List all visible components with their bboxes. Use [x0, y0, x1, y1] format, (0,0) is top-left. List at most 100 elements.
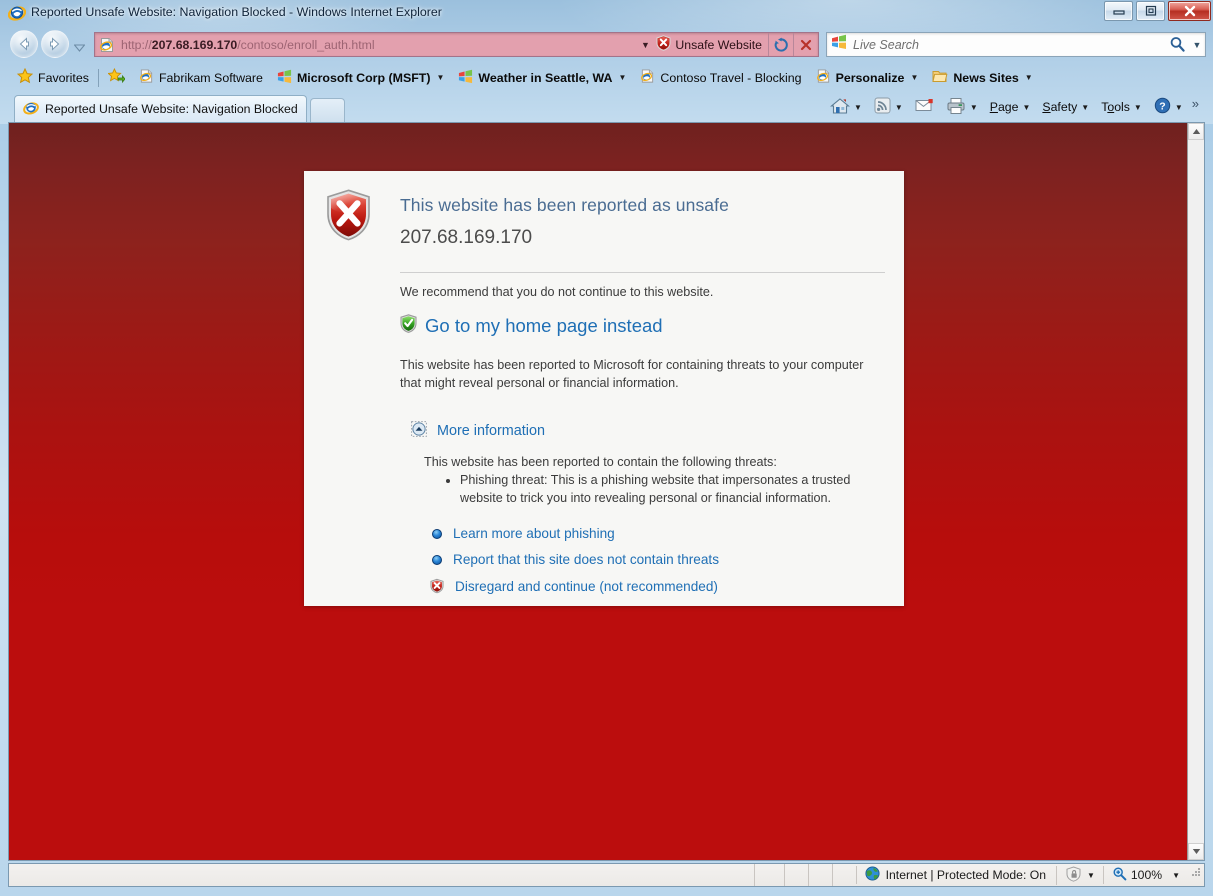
status-spacer-4: [831, 864, 856, 886]
title-bar: Reported Unsafe Website: Navigation Bloc…: [0, 0, 1213, 28]
maximize-button[interactable]: [1136, 1, 1165, 21]
blue-dot-icon: [432, 554, 442, 565]
unsafe-website-label: Unsafe Website: [675, 37, 762, 52]
scroll-down-button[interactable]: [1188, 843, 1204, 860]
rss-feed-icon: [874, 97, 891, 117]
address-dropdown-icon[interactable]: ▼: [636, 40, 654, 50]
maximize-icon: [1137, 2, 1164, 20]
resize-grip[interactable]: [1188, 864, 1204, 886]
vertical-scrollbar[interactable]: [1187, 123, 1204, 860]
red-shield-x-icon: [656, 35, 671, 54]
chevron-down-icon[interactable]: ▼: [970, 103, 978, 112]
chevron-down-icon[interactable]: ▼: [1087, 871, 1095, 880]
chevron-down-icon[interactable]: ▼: [618, 73, 626, 82]
favorite-item-microsoft-corp[interactable]: Microsoft Corp (MSFT) ▼: [270, 67, 451, 89]
internet-explorer-icon: [7, 4, 27, 22]
scroll-up-button[interactable]: [1188, 123, 1204, 140]
address-bar[interactable]: http://207.68.169.170/contoso/enroll_aut…: [94, 32, 819, 57]
new-tab-button[interactable]: [310, 98, 345, 122]
tab-label: Reported Unsafe Website: Navigation Bloc…: [45, 102, 298, 116]
globe-icon: [865, 866, 880, 884]
favorite-item-weather-seattle[interactable]: Weather in Seattle, WA ▼: [451, 67, 633, 89]
chevron-down-icon[interactable]: ▼: [895, 103, 903, 112]
scroll-down-arrow-icon: [1192, 849, 1200, 854]
zoom-control[interactable]: 100% ▼: [1102, 866, 1188, 884]
learn-more-label: Learn more about phishing: [453, 526, 615, 541]
command-bar-overflow-button[interactable]: »: [1190, 95, 1201, 119]
address-host: 207.68.169.170: [151, 37, 238, 52]
close-button[interactable]: [1168, 1, 1211, 21]
stop-button[interactable]: [793, 33, 818, 56]
refresh-button[interactable]: [768, 33, 793, 56]
status-spacer-1: [753, 864, 784, 886]
favorite-label: News Sites: [953, 70, 1019, 85]
minimize-icon: [1105, 2, 1132, 20]
search-provider-dropdown-icon[interactable]: ▼: [1189, 40, 1205, 50]
favorite-label: Weather in Seattle, WA: [478, 70, 613, 85]
chevron-down-icon[interactable]: ▼: [1022, 103, 1030, 112]
threats-list: Phishing threat: This is a phishing webs…: [444, 472, 874, 507]
forward-button[interactable]: [41, 30, 69, 58]
chevron-down-icon[interactable]: ▼: [1172, 871, 1180, 880]
search-input-placeholder[interactable]: Live Search: [853, 38, 1165, 52]
ie-window: Reported Unsafe Website: Navigation Bloc…: [0, 0, 1213, 896]
search-icon[interactable]: [1165, 36, 1189, 53]
printer-icon: [946, 97, 966, 118]
home-icon: [829, 97, 851, 118]
more-information-toggle[interactable]: More information: [411, 421, 545, 441]
read-mail-button[interactable]: [910, 95, 939, 119]
address-text: http://207.68.169.170/contoso/enroll_aut…: [121, 38, 636, 52]
safety-menu-button[interactable]: Safety ▼: [1037, 95, 1094, 119]
star-icon: [16, 67, 34, 87]
red-shield-x-icon: [326, 189, 371, 246]
learn-more-about-phishing-link[interactable]: Learn more about phishing: [432, 526, 615, 541]
page-menu-button[interactable]: PPageage ▼: [985, 95, 1036, 119]
magnifier-plus-icon: [1112, 866, 1127, 884]
go-to-home-page-link[interactable]: Go to my home page instead: [400, 314, 663, 338]
disregard-and-continue-link[interactable]: Disregard and continue (not recommended): [430, 578, 718, 594]
tools-menu-button[interactable]: Tools ▼: [1096, 95, 1147, 119]
report-site-safe-link[interactable]: Report that this site does not contain t…: [432, 552, 719, 567]
warning-description: This website has been reported to Micros…: [400, 358, 864, 390]
minimize-button[interactable]: [1104, 1, 1133, 21]
home-button[interactable]: ▼: [825, 95, 867, 119]
chevron-down-icon[interactable]: ▼: [854, 103, 862, 112]
tab-reported-unsafe-website[interactable]: Reported Unsafe Website: Navigation Bloc…: [14, 95, 307, 122]
chevron-down-icon[interactable]: ▼: [1081, 103, 1089, 112]
security-zone-label: Internet | Protected Mode: On: [885, 868, 1046, 882]
address-protocol: http://: [121, 37, 152, 52]
folder-icon: [932, 69, 948, 87]
warning-url: 207.68.169.170: [400, 227, 533, 248]
collapse-up-chevron-icon: [411, 421, 427, 441]
protected-mode-button[interactable]: ▼: [1055, 865, 1103, 885]
recommendation-text: We recommend that you do not continue to…: [400, 285, 714, 299]
favorites-bar: Favorites Fabrikam Software Microsoft Co…: [0, 64, 1213, 91]
favorite-item-personalize[interactable]: Personalize ▼: [809, 67, 926, 89]
mail-icon: [915, 98, 934, 116]
favorite-item-fabrikam[interactable]: Fabrikam Software: [132, 67, 270, 89]
chevron-down-icon[interactable]: ▼: [1134, 103, 1142, 112]
threats-intro-text: This website has been reported to contai…: [424, 455, 777, 469]
favorites-label: Favorites: [38, 70, 89, 85]
help-icon: ?: [1154, 97, 1171, 117]
chevron-down-icon[interactable]: ▼: [1175, 103, 1183, 112]
window-title: Reported Unsafe Website: Navigation Bloc…: [31, 5, 442, 19]
print-button[interactable]: ▼: [941, 95, 983, 119]
back-button[interactable]: [10, 30, 38, 58]
help-menu-button[interactable]: ? ▼: [1149, 95, 1188, 119]
security-zone-indicator[interactable]: Internet | Protected Mode: On: [855, 866, 1056, 884]
search-box[interactable]: Live Search ▼: [826, 32, 1206, 57]
favorites-button[interactable]: Favorites: [10, 67, 96, 89]
chevron-down-icon[interactable]: ▼: [910, 73, 918, 82]
add-to-favorites-bar-button[interactable]: [101, 67, 132, 89]
feeds-button[interactable]: ▼: [869, 95, 908, 119]
recent-pages-dropdown[interactable]: [73, 39, 86, 57]
unsafe-website-badge[interactable]: Unsafe Website: [654, 33, 768, 56]
chevron-down-icon[interactable]: ▼: [1025, 73, 1033, 82]
ie-page-icon: [640, 68, 655, 87]
windows-flag-icon: [458, 69, 473, 87]
chevron-down-icon[interactable]: ▼: [436, 73, 444, 82]
favorite-item-contoso-travel[interactable]: Contoso Travel - Blocking: [633, 67, 808, 89]
favorite-folder-news-sites[interactable]: News Sites ▼: [925, 67, 1039, 89]
address-favicon-icon: [99, 37, 115, 53]
